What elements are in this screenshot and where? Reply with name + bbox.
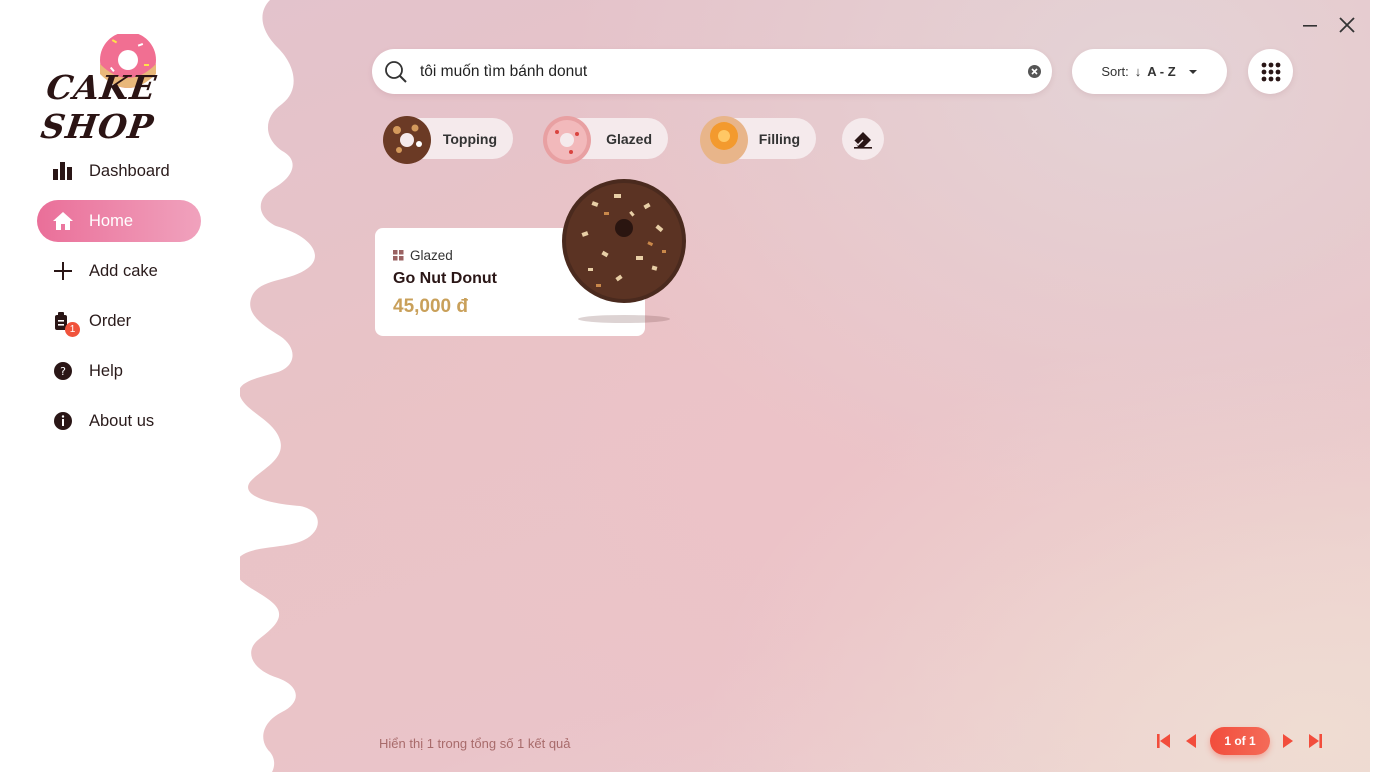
minimize-button[interactable] bbox=[1302, 12, 1318, 44]
plus-icon bbox=[37, 262, 89, 280]
sort-dropdown[interactable]: Sort: ↓ A - Z bbox=[1072, 49, 1227, 94]
chocolate-donut-image bbox=[562, 179, 686, 323]
filter-chip-label: Topping bbox=[442, 130, 497, 147]
chevron-right-icon bbox=[1283, 734, 1293, 748]
sidebar-item-label: Home bbox=[89, 211, 134, 230]
sidebar-item-home[interactable]: Home bbox=[37, 200, 201, 242]
result-count-text: Hiển thị 1 trong tổng số 1 kết quả bbox=[379, 736, 571, 751]
order-count-badge: 1 bbox=[65, 322, 80, 337]
clear-search-button[interactable] bbox=[1016, 65, 1052, 78]
first-page-button[interactable] bbox=[1157, 733, 1171, 754]
category-icon bbox=[393, 250, 404, 261]
sidebar-nav: Dashboard Home Add cake 1 Order ? Help A… bbox=[37, 150, 207, 450]
filling-donut-icon bbox=[700, 116, 748, 164]
logo-text: CAKE SHOP bbox=[38, 68, 160, 146]
next-page-button[interactable] bbox=[1282, 733, 1294, 754]
svg-text:?: ? bbox=[60, 365, 66, 378]
sidebar-item-label: Order bbox=[89, 311, 132, 330]
grid-view-button[interactable] bbox=[1248, 49, 1293, 94]
sidebar-item-label: About us bbox=[89, 411, 155, 430]
filter-chip-filling[interactable]: Filling bbox=[700, 116, 816, 164]
product-category: Glazed bbox=[393, 248, 453, 263]
prev-page-button[interactable] bbox=[1185, 733, 1197, 754]
sidebar-item-help[interactable]: ? Help bbox=[37, 350, 207, 392]
first-page-icon bbox=[1157, 734, 1170, 748]
filter-chip-label: Filling bbox=[758, 130, 800, 147]
sidebar-item-add-cake[interactable]: Add cake bbox=[37, 250, 207, 292]
minimize-icon bbox=[1303, 25, 1317, 27]
filter-chip-glazed[interactable]: Glazed bbox=[543, 116, 668, 164]
filter-chip-topping[interactable]: Topping bbox=[383, 116, 513, 164]
clear-icon bbox=[1027, 65, 1041, 78]
home-icon bbox=[37, 212, 89, 230]
info-icon bbox=[37, 411, 89, 431]
topping-donut-icon bbox=[383, 116, 431, 164]
help-icon: ? bbox=[37, 361, 89, 381]
drip-decoration bbox=[200, 0, 318, 772]
cake-shop-logo: CAKE SHOP bbox=[39, 32, 215, 146]
sidebar-item-label: Help bbox=[89, 361, 123, 380]
clear-filters-button[interactable] bbox=[842, 118, 884, 160]
close-button[interactable] bbox=[1338, 12, 1356, 44]
glazed-donut-icon bbox=[543, 116, 591, 164]
last-page-icon bbox=[1309, 734, 1322, 748]
sidebar-item-label: Dashboard bbox=[89, 161, 170, 180]
close-icon bbox=[1339, 17, 1355, 33]
product-price: 45,000 đ bbox=[393, 296, 468, 317]
chevron-left-icon bbox=[1186, 734, 1196, 748]
search-icon bbox=[372, 60, 420, 84]
app-window: CAKE SHOP Dashboard Home Add cake 1 Orde… bbox=[0, 0, 1370, 772]
product-category-label: Glazed bbox=[410, 248, 453, 263]
sort-prefix: Sort: bbox=[1101, 64, 1129, 79]
last-page-button[interactable] bbox=[1308, 733, 1322, 754]
sidebar-item-label: Add cake bbox=[89, 261, 158, 280]
sort-value: A - Z bbox=[1147, 64, 1176, 79]
filter-chip-label: Glazed bbox=[606, 130, 652, 147]
product-name: Go Nut Donut bbox=[393, 270, 497, 287]
grid-icon bbox=[1261, 62, 1280, 81]
order-icon bbox=[37, 311, 89, 331]
sidebar-item-about-us[interactable]: About us bbox=[37, 400, 207, 442]
search-bar bbox=[372, 49, 1052, 94]
chevron-down-icon bbox=[1188, 69, 1197, 74]
bar-chart-icon bbox=[37, 162, 89, 180]
sidebar-item-order[interactable]: 1 Order bbox=[37, 300, 207, 342]
sidebar-item-dashboard[interactable]: Dashboard bbox=[37, 150, 207, 192]
search-input[interactable] bbox=[420, 62, 1016, 81]
eraser-icon bbox=[853, 132, 872, 149]
sort-arrow-icon: ↓ bbox=[1134, 64, 1142, 79]
page-indicator: 1 of 1 bbox=[1210, 727, 1270, 755]
